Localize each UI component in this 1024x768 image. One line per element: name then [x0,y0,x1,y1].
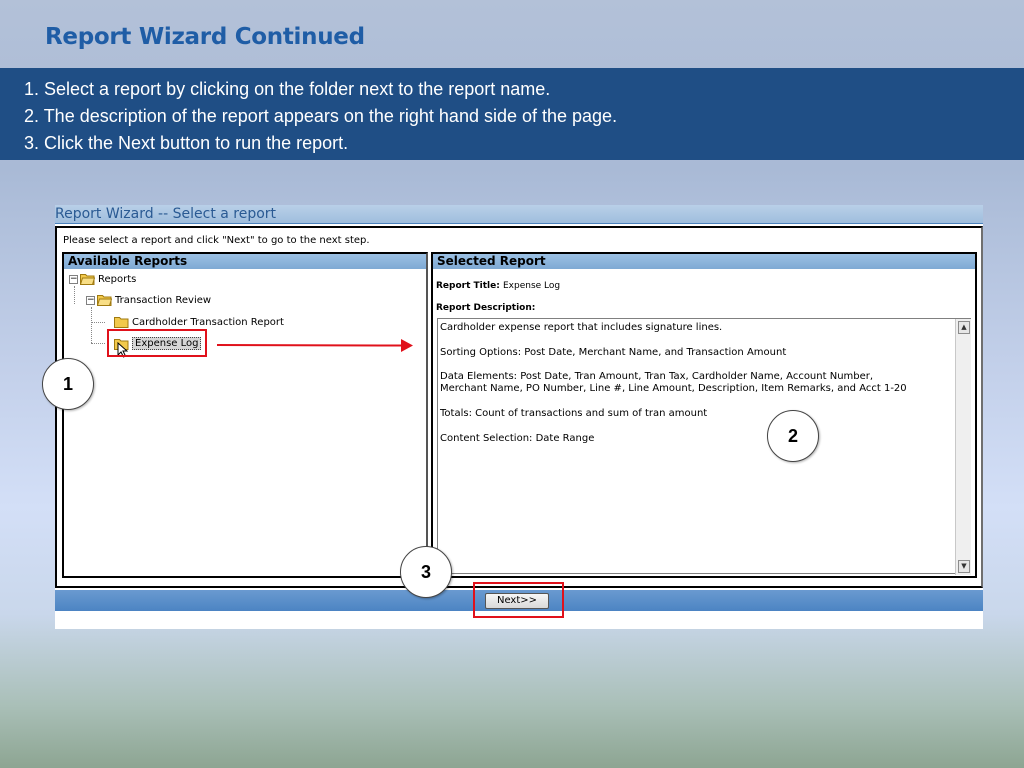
callout-2: 2 [767,410,819,462]
scroll-down-icon[interactable]: ▼ [958,560,970,573]
report-title-label: Report Title: [436,281,500,291]
tree-connector [91,322,105,323]
expense-log-highlight [107,329,207,357]
wizard-frame: Please select a report and click "Next" … [55,226,983,588]
step-2-text: 2. The description of the report appears… [24,106,618,126]
tree-connector [91,343,105,344]
next-button-highlight [473,582,564,618]
report-description-label: Report Description: [436,303,536,313]
open-folder-icon [80,274,95,285]
scroll-up-icon[interactable]: ▲ [958,321,970,334]
report-description-text: Cardholder expense report that includes … [440,322,907,444]
report-description-box[interactable]: Cardholder expense report that includes … [437,318,971,575]
window-title: Report Wizard -- Select a report [55,205,983,224]
report-title-value: Expense Log [503,281,561,291]
step-3-text: 3. Click the Next button to run the repo… [24,133,349,153]
available-reports-pane: Available Reports − Reports − Transactio… [62,252,428,578]
report-title-row: Report Title: Expense Log [436,281,560,291]
description-scrollbar[interactable]: ▲ ▼ [955,319,971,575]
folder-icon[interactable] [114,316,129,328]
callout-1: 1 [42,358,94,410]
selected-report-pane: Selected Report Report Title: Expense Lo… [431,252,977,578]
red-arrow-icon [216,339,413,352]
open-folder-icon [97,295,112,306]
instructions-band: 1. Select a report by clicking on the fo… [0,68,1024,160]
selected-report-header: Selected Report [433,254,975,269]
collapse-icon[interactable]: − [86,295,95,305]
tree-connector [91,307,92,343]
slide-title: Report Wizard Continued [45,24,365,50]
tree-item-cardholder-transaction-report[interactable]: Cardholder Transaction Report [114,316,284,328]
tree-node-transaction-review[interactable]: − Transaction Review [86,294,211,306]
tree-label-transaction-review: Transaction Review [115,294,212,306]
tree-connector [74,286,75,304]
collapse-icon[interactable]: − [69,274,78,284]
report-wizard-window: Report Wizard -- Select a report Please … [55,205,983,629]
tree-node-reports[interactable]: − Reports [69,273,136,285]
instruction-text: Please select a report and click "Next" … [63,235,370,246]
available-reports-header: Available Reports [64,254,426,269]
callout-3: 3 [400,546,452,598]
step-1-text: 1. Select a report by clicking on the fo… [24,79,551,99]
tree-label-cardholder-transaction-report: Cardholder Transaction Report [132,316,284,328]
tree-label-reports: Reports [98,273,137,285]
